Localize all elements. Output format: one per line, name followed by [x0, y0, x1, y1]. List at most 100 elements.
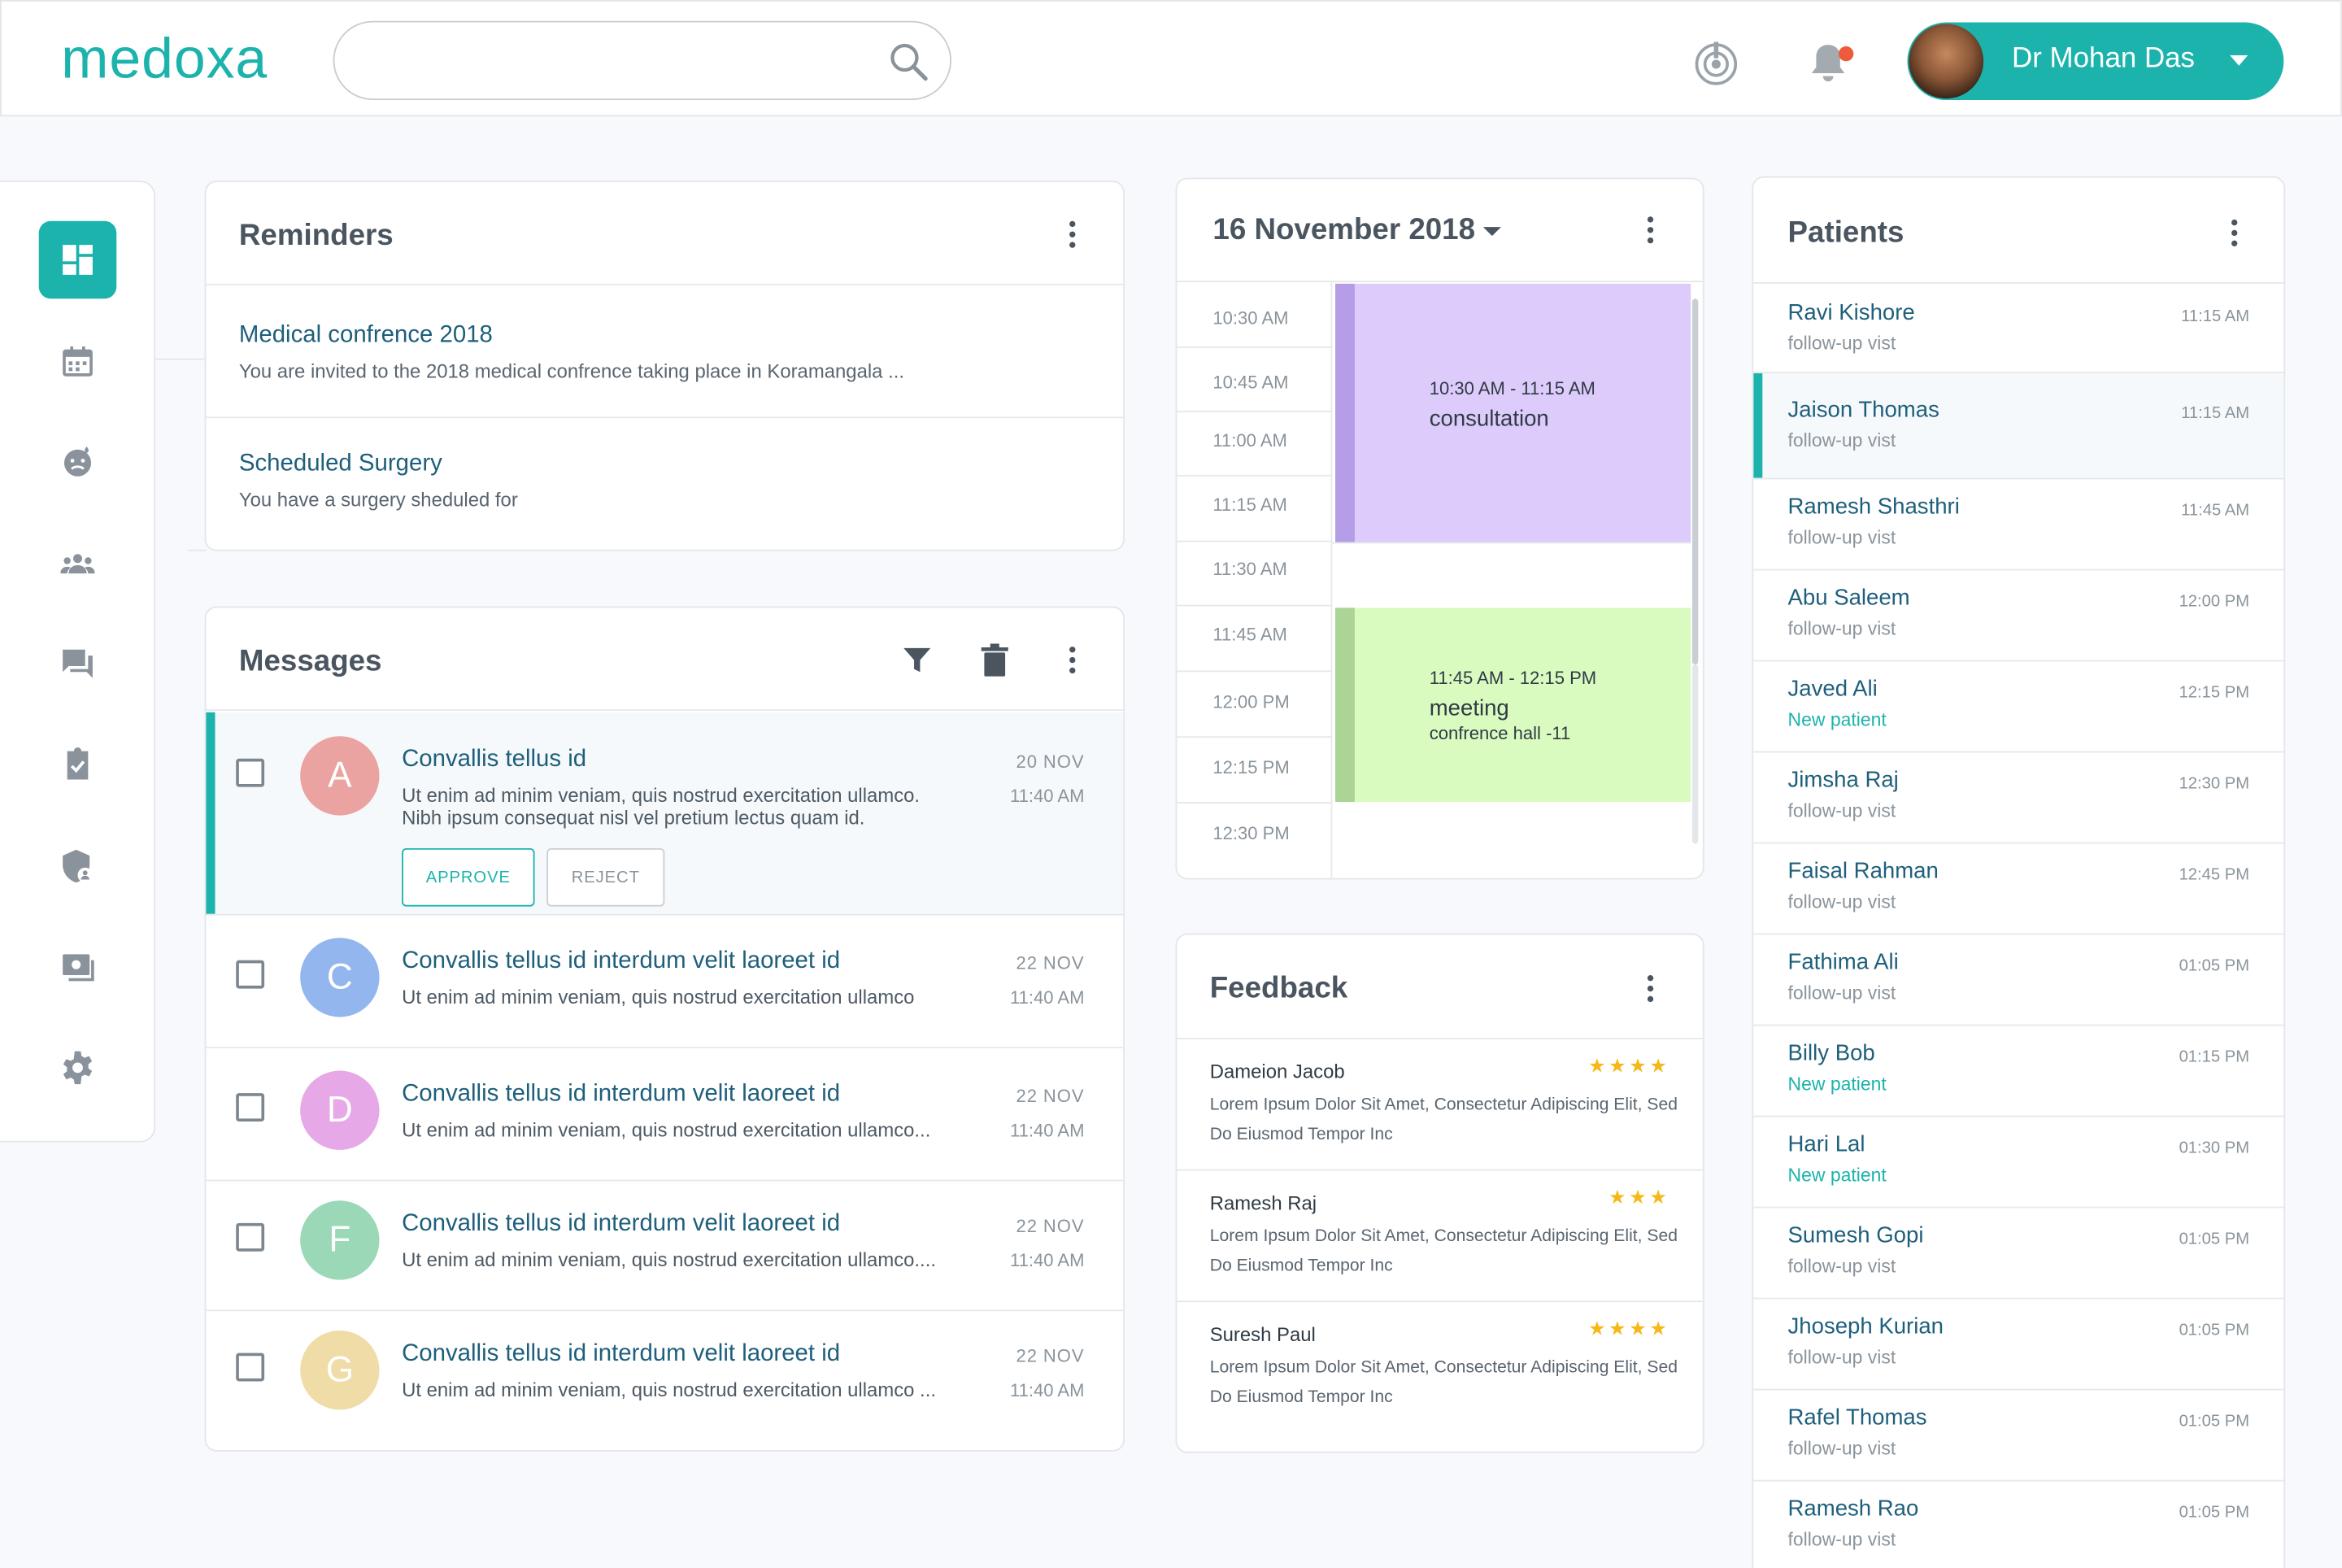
message-title[interactable]: Convallis tellus id interdum velit laore… — [402, 1211, 840, 1238]
calendar-event[interactable]: 11:45 AM - 12:15 PM meeting confrence ha… — [1335, 608, 1691, 803]
search-icon[interactable] — [887, 41, 929, 82]
patient-name: Ramesh Rao — [1787, 1496, 1919, 1522]
patient-status: follow-up vist — [1787, 1347, 1896, 1368]
reject-button[interactable]: REJECT — [546, 847, 665, 907]
patient-status: follow-up vist — [1787, 618, 1896, 639]
divider — [206, 416, 1124, 419]
message-date: 22 NOV — [1016, 1085, 1085, 1107]
sidebar-item-groups[interactable] — [39, 525, 117, 602]
chevron-down-icon[interactable] — [2230, 54, 2248, 66]
event-name: meeting — [1429, 695, 1509, 721]
patient-row[interactable]: Faisal Rahman follow-up vist 12:45 PM — [1753, 843, 2283, 934]
patient-row[interactable]: Hari Lal New patient 01:30 PM — [1753, 1116, 2283, 1207]
message-title[interactable]: Convallis tellus id interdum velit laore… — [402, 1341, 840, 1368]
dashboard: medoxa Dr Mohan Das Reminders Medical co… — [0, 0, 2342, 1568]
patient-time: 11:45 AM — [2181, 501, 2250, 520]
patient-status: New patient — [1787, 1074, 1887, 1095]
patient-row[interactable]: Jimsha Raj follow-up vist 12:30 PM — [1753, 751, 2283, 843]
list-item[interactable]: A Convallis tellus id Ut enim ad minim v… — [206, 712, 1124, 914]
list-item[interactable]: F Convallis tellus id interdum velit lao… — [206, 1180, 1123, 1313]
status-icon[interactable] — [1691, 37, 1741, 88]
bell-icon[interactable] — [1803, 37, 1853, 88]
app-logo[interactable]: medoxa — [61, 28, 268, 93]
patient-row[interactable]: Ravi Kishore follow-up vist 11:15 AM — [1753, 284, 2283, 375]
patient-row[interactable]: Ramesh Shasthri follow-up vist 11:45 AM — [1753, 478, 2283, 569]
approve-button[interactable]: APPROVE — [402, 847, 535, 907]
message-title[interactable]: Convallis tellus id interdum velit laore… — [402, 948, 840, 975]
more-icon[interactable] — [1646, 975, 1655, 1005]
patient-row[interactable]: Rafel Thomas follow-up vist 01:05 PM — [1753, 1389, 2283, 1480]
reminder-title[interactable]: Medical confrence 2018 — [239, 323, 493, 350]
filter-icon[interactable] — [902, 645, 932, 675]
sidebar-item-security[interactable] — [39, 827, 117, 904]
time-slot-label: 12:00 PM — [1212, 691, 1290, 712]
list-item[interactable]: G Convallis tellus id interdum velit lao… — [206, 1309, 1123, 1442]
sidebar-item-dashboard[interactable] — [38, 220, 117, 299]
calendar-event[interactable]: 10:30 AM - 11:15 AM consultation — [1335, 283, 1691, 542]
list-item[interactable]: D Convallis tellus id interdum velit lao… — [206, 1048, 1123, 1181]
checkbox[interactable] — [236, 960, 265, 989]
calendar-date[interactable]: 16 November 2018 — [1212, 214, 1475, 248]
message-date: 22 NOV — [1016, 1345, 1085, 1367]
patient-row[interactable]: Sumesh Gopi follow-up vist 01:05 PM — [1753, 1207, 2283, 1298]
patient-row[interactable]: Abu Saleem follow-up vist 12:00 PM — [1753, 569, 2283, 660]
scrollbar-track — [1691, 664, 1699, 844]
patient-name: Fathima Ali — [1787, 949, 1899, 976]
checkbox[interactable] — [236, 758, 265, 787]
checkbox[interactable] — [236, 1093, 265, 1122]
divider — [1177, 802, 1333, 804]
patient-row[interactable]: Jhoseph Kurian follow-up vist 01:05 PM — [1753, 1298, 2283, 1389]
trash-icon[interactable] — [980, 643, 1010, 677]
sidebar-item-settings[interactable] — [39, 1029, 117, 1106]
patient-status: follow-up vist — [1787, 527, 1896, 548]
more-icon[interactable] — [2230, 219, 2239, 250]
user-menu[interactable]: Dr Mohan Das — [1907, 22, 2284, 101]
sidebar-item-reports[interactable] — [39, 927, 117, 1004]
time-slot-label: 12:30 PM — [1212, 822, 1290, 844]
message-title[interactable]: Convallis tellus id — [402, 747, 586, 773]
sidebar-item-patient-mood[interactable] — [39, 423, 117, 500]
reminder-title[interactable]: Scheduled Surgery — [239, 451, 442, 478]
reminders-card: Reminders Medical confrence 2018 You are… — [204, 181, 1125, 551]
more-icon[interactable] — [1646, 216, 1655, 246]
avatar: G — [300, 1331, 380, 1410]
patient-status: follow-up vist — [1787, 982, 1896, 1004]
event-time: 10:30 AM - 11:15 AM — [1429, 377, 1595, 399]
patient-row[interactable]: Billy Bob New patient 01:15 PM — [1753, 1025, 2283, 1116]
divider — [206, 283, 1124, 285]
time-slot-label: 11:30 AM — [1212, 558, 1287, 580]
chevron-down-icon[interactable] — [1482, 227, 1501, 237]
patients-title: Patients — [1787, 216, 1905, 250]
patient-time: 01:30 PM — [2179, 1139, 2250, 1158]
message-time: 11:40 AM — [1009, 785, 1085, 807]
review-text: Lorem Ipsum Dolor Sit Amet, Consectetur … — [1209, 1358, 1678, 1406]
scrollbar[interactable] — [1691, 298, 1699, 665]
sidebar-item-calendar[interactable] — [39, 323, 117, 400]
patient-row[interactable]: Jaison Thomas follow-up vist 11:15 AM — [1753, 373, 2284, 478]
patient-row[interactable]: Fathima Ali follow-up vist 01:05 PM — [1753, 934, 2283, 1025]
group-icon — [60, 554, 95, 574]
checkbox[interactable] — [236, 1352, 265, 1382]
message-date: 22 NOV — [1016, 1215, 1085, 1237]
sidebar-item-tasks[interactable] — [39, 725, 117, 803]
list-item[interactable]: C Convallis tellus id interdum velit lao… — [206, 916, 1123, 1048]
divider — [1177, 474, 1333, 477]
divider — [1177, 346, 1333, 348]
more-icon[interactable] — [1068, 647, 1077, 677]
patient-row[interactable]: Ramesh Rao follow-up vist 01:05 PM — [1753, 1480, 2283, 1568]
messages-title: Messages — [238, 645, 382, 678]
patient-row[interactable]: Javed Ali New patient 12:15 PM — [1753, 660, 2283, 751]
search-input[interactable] — [333, 20, 951, 101]
patient-status: follow-up vist — [1787, 1529, 1896, 1550]
more-icon[interactable] — [1068, 220, 1077, 251]
avatar: A — [300, 736, 380, 816]
patient-time: 01:05 PM — [2179, 957, 2250, 976]
message-title[interactable]: Convallis tellus id interdum velit laore… — [402, 1081, 840, 1108]
time-slot-label: 11:15 AM — [1212, 494, 1287, 516]
patients-card: Patients Ravi Kishore follow-up vist 11:… — [1752, 176, 2286, 1568]
sidebar-item-messages[interactable] — [39, 625, 117, 702]
patient-time: 11:15 AM — [2181, 404, 2250, 423]
message-body: Ut enim ad minim veniam, quis nostrud ex… — [402, 1248, 936, 1271]
user-name: Dr Mohan Das — [2012, 43, 2196, 75]
checkbox[interactable] — [236, 1222, 265, 1252]
